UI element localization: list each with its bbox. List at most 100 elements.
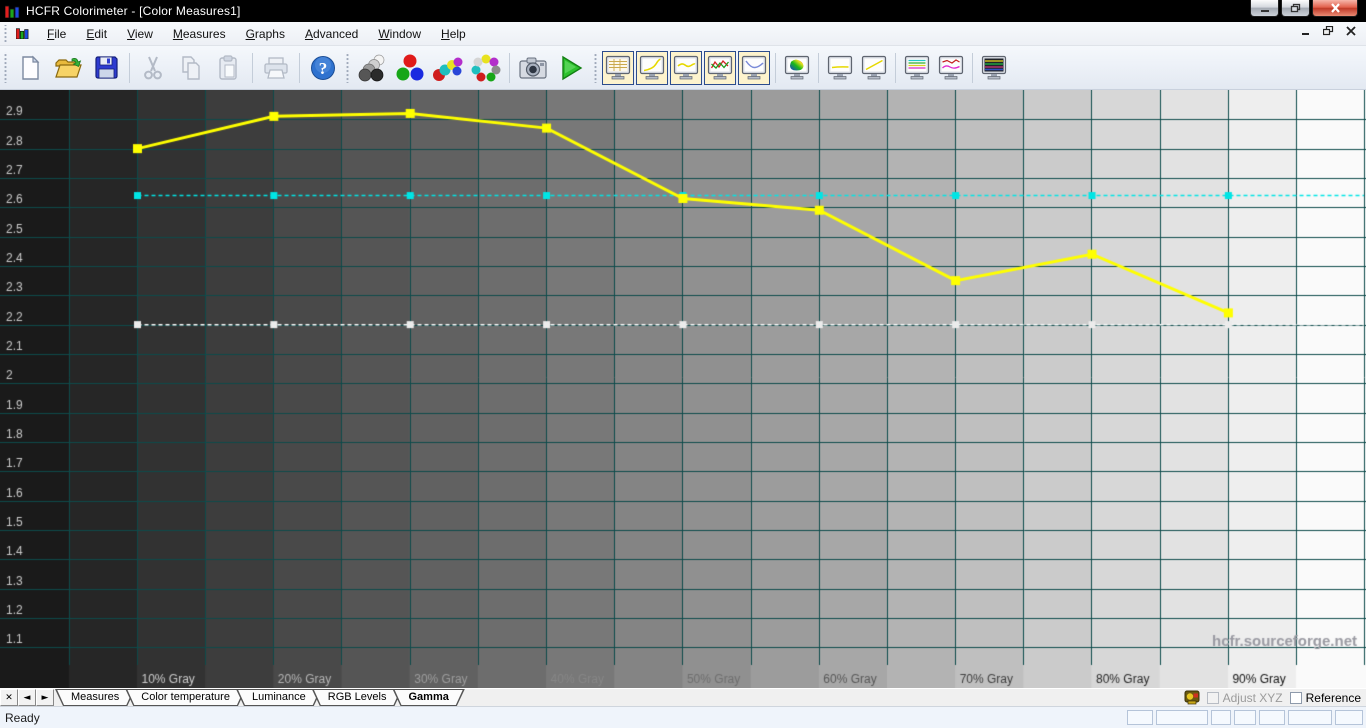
title-bar: HCFR Colorimeter - [Color Measures1] <box>0 0 1366 22</box>
status-pane <box>1127 710 1153 725</box>
gamma-chart <box>0 90 1366 688</box>
adjust-xyz-checkbox <box>1207 692 1219 704</box>
mdi-restore-button[interactable] <box>1323 26 1334 36</box>
secondary-spheres-icon <box>433 54 463 82</box>
status-panes <box>1127 710 1363 725</box>
sensor-icon <box>1184 690 1200 705</box>
toolbar-separator <box>299 53 300 83</box>
adjust-xyz-label: Adjust XYZ <box>1223 691 1283 705</box>
minimize-icon <box>1260 4 1270 13</box>
help-button[interactable]: ? <box>304 50 342 86</box>
mdi-minimize-button[interactable] <box>1301 26 1311 36</box>
view-chart-10-button[interactable] <box>935 51 967 85</box>
view-rgb-levels-chart-button[interactable] <box>704 51 736 85</box>
measure-primaries-button[interactable] <box>391 50 429 86</box>
menu-advanced[interactable]: Advanced <box>295 24 368 44</box>
copy-icon <box>179 55 203 81</box>
view-measures-table-button[interactable] <box>602 51 634 85</box>
tab-scroll-left-button[interactable]: ◄ <box>18 689 36 706</box>
tab-bar-right-controls: Adjust XYZ Reference <box>1184 689 1366 706</box>
restore-icon <box>1290 3 1301 13</box>
new-document-icon <box>18 55 42 81</box>
status-pane <box>1259 710 1285 725</box>
view-luminance-chart-button[interactable] <box>738 51 770 85</box>
run-measures-button[interactable] <box>552 50 590 86</box>
toolbar-separator <box>252 53 253 83</box>
monitor-wavy-curve-icon <box>673 55 699 81</box>
monitor-table-icon <box>605 55 631 81</box>
monitor-rgb-curves-icon <box>707 55 733 81</box>
view-chart-9-button[interactable] <box>901 51 933 85</box>
toolbar-measures-group <box>342 46 590 89</box>
status-pane <box>1234 710 1256 725</box>
cut-button <box>134 50 172 86</box>
toolbar-grip <box>3 25 8 41</box>
status-bar: Ready <box>0 706 1366 728</box>
adjust-xyz-control: Adjust XYZ <box>1207 691 1283 705</box>
tab-color-temperature[interactable]: Color temperature <box>125 689 246 706</box>
toolbar-separator <box>129 53 130 83</box>
status-pane <box>1156 710 1208 725</box>
menu-graphs[interactable]: Graphs <box>236 24 295 44</box>
snapshot-button[interactable] <box>514 50 552 86</box>
tab-luminance[interactable]: Luminance <box>236 689 322 706</box>
tab-close-button[interactable]: ✕ <box>0 689 18 706</box>
tab-scroll-right-button[interactable]: ► <box>36 689 54 706</box>
new-button[interactable] <box>11 50 49 86</box>
save-button[interactable] <box>87 50 125 86</box>
printer-icon <box>263 56 289 80</box>
minimize-button[interactable] <box>1250 0 1279 17</box>
tab-rgb-levels[interactable]: RGB Levels <box>312 689 403 706</box>
monitor-diagonal-curve-icon <box>861 55 887 81</box>
rgb-spheres-icon <box>395 54 425 82</box>
measure-all-colors-button[interactable] <box>467 50 505 86</box>
menu-help[interactable]: Help <box>431 24 476 44</box>
view-chart-8-button[interactable] <box>858 51 890 85</box>
menu-measures[interactable]: Measures <box>163 24 236 44</box>
view-gamma-chart-button[interactable] <box>636 51 668 85</box>
svg-text:?: ? <box>319 59 328 78</box>
help-question-icon: ? <box>310 55 336 81</box>
mdi-child-icon <box>16 27 31 41</box>
close-icon <box>1330 3 1341 13</box>
toolbar-grip <box>593 52 598 82</box>
app-icon <box>5 4 20 18</box>
toolbar-grip <box>345 52 350 82</box>
play-icon <box>558 55 584 81</box>
monitor-color-stripes-icon <box>904 55 930 81</box>
tab-measures[interactable]: Measures <box>55 689 135 706</box>
monitor-flat-curve-icon <box>827 55 853 81</box>
toolbar-grip <box>3 52 8 82</box>
open-folder-icon <box>54 55 82 81</box>
menu-edit[interactable]: Edit <box>76 24 117 44</box>
toolbar-separator <box>775 53 776 83</box>
gray-spheres-icon <box>357 54 387 82</box>
status-pane <box>1211 710 1231 725</box>
reference-checkbox[interactable] <box>1290 692 1302 704</box>
measure-grayscale-button[interactable] <box>353 50 391 86</box>
view-chart-11-button[interactable] <box>978 51 1010 85</box>
close-button[interactable] <box>1312 0 1358 17</box>
measure-secondaries-button[interactable] <box>429 50 467 86</box>
mdi-close-button[interactable] <box>1346 26 1356 36</box>
print-button <box>257 50 295 86</box>
camera-icon <box>518 55 548 81</box>
restore-button[interactable] <box>1281 0 1310 17</box>
toolbar: ? <box>0 46 1366 90</box>
view-color-temperature-chart-button[interactable] <box>670 51 702 85</box>
status-pane <box>1288 710 1332 725</box>
open-button[interactable] <box>49 50 87 86</box>
gamma-chart-area <box>0 90 1366 688</box>
sheet-tab-bar: ✕ ◄ ► Measures Color temperature Luminan… <box>0 688 1366 706</box>
menu-file[interactable]: File <box>37 24 76 44</box>
view-chart-7-button[interactable] <box>824 51 856 85</box>
tab-gamma[interactable]: Gamma <box>392 689 464 706</box>
view-cie-diagram-button[interactable] <box>781 51 813 85</box>
status-message: Ready <box>5 711 40 725</box>
monitor-magenta-curves-icon <box>938 55 964 81</box>
toolbar-separator <box>509 53 510 83</box>
copy-button <box>172 50 210 86</box>
scissors-icon <box>142 55 164 81</box>
menu-view[interactable]: View <box>117 24 163 44</box>
menu-window[interactable]: Window <box>368 24 431 44</box>
